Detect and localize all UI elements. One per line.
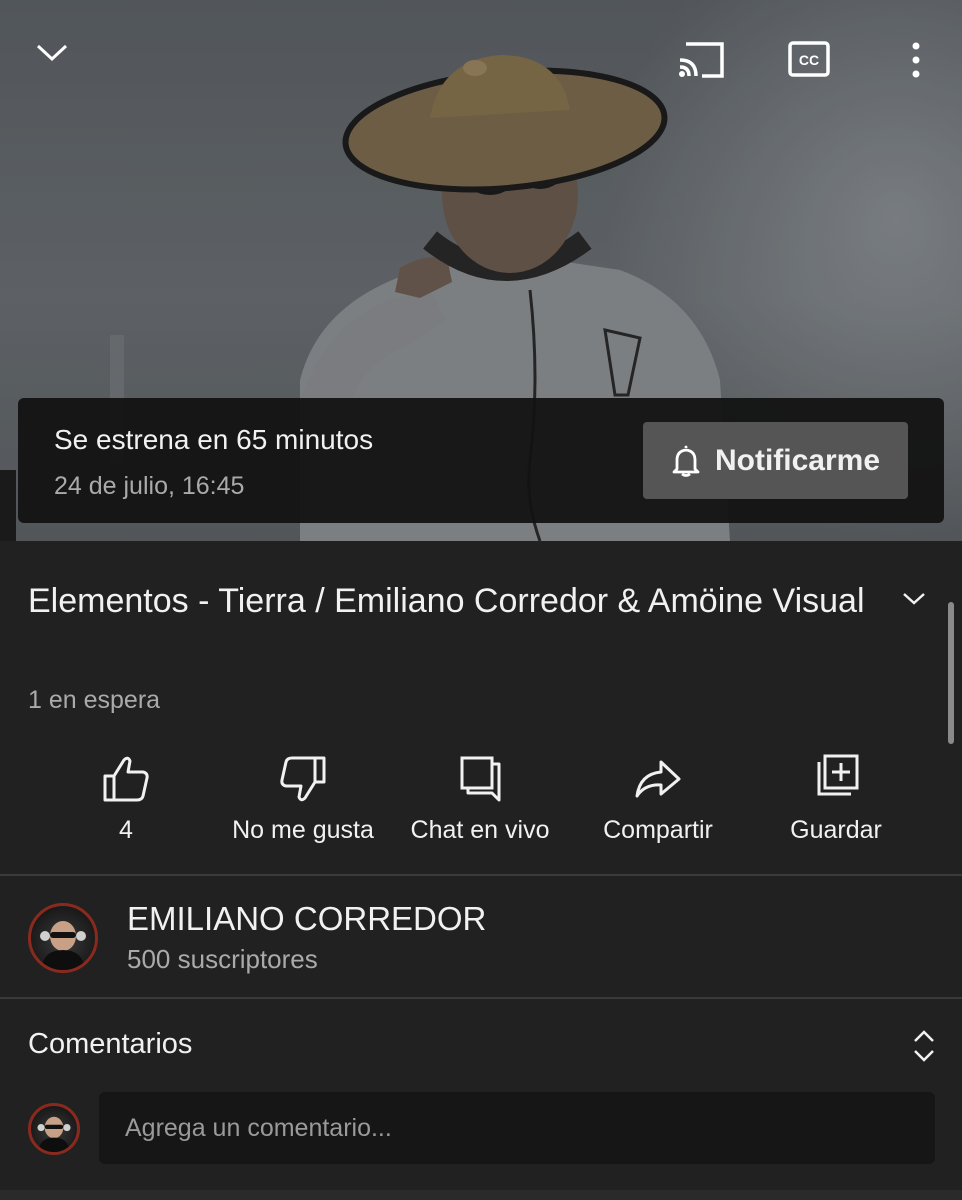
divider [0, 997, 962, 999]
expand-description-icon[interactable] [896, 584, 932, 614]
closed-captions-icon[interactable]: CC [782, 36, 836, 82]
video-player[interactable]: CC Se estrena en 65 minutos 24 de julio,… [0, 0, 962, 541]
bell-icon [672, 445, 700, 477]
more-vert-icon[interactable] [896, 34, 936, 86]
comments-heading[interactable]: Comentarios [28, 1028, 192, 1061]
subscriber-count: 500 suscriptores [127, 944, 318, 974]
premiere-date: 24 de julio, 16:45 [54, 472, 245, 500]
live-chat-label: Chat en vivo [410, 816, 550, 844]
cast-icon[interactable] [670, 34, 732, 86]
premiere-countdown: Se estrena en 65 minutos [54, 424, 374, 455]
like-count: 4 [119, 816, 133, 844]
scrollbar[interactable] [948, 602, 954, 744]
share-icon [635, 760, 681, 798]
chevron-down-icon[interactable] [26, 30, 78, 76]
user-avatar [28, 1103, 80, 1155]
sort-expand-icon[interactable] [906, 1026, 942, 1066]
svg-text:CC: CC [799, 52, 819, 68]
share-label: Compartir [603, 816, 713, 844]
waiting-count: 1 en espera [28, 686, 161, 714]
comment-input[interactable] [99, 1092, 935, 1164]
save-playlist-icon [817, 754, 859, 796]
notify-label: Notificarme [714, 443, 881, 477]
like-button[interactable]: 4 [36, 752, 216, 845]
action-bar: 4 No me gusta Chat en vivo Compartir Gua… [36, 752, 926, 852]
dislike-label: No me gusta [232, 816, 374, 844]
video-title-block[interactable]: Elementos - Tierra / Emiliano Corredor &… [28, 576, 888, 627]
notify-button[interactable]: Notificarme [643, 422, 908, 499]
save-button[interactable]: Guardar [746, 752, 926, 845]
share-button[interactable]: Compartir [568, 752, 748, 845]
channel-avatar[interactable] [28, 903, 98, 973]
dislike-button[interactable]: No me gusta [213, 752, 393, 845]
bottom-edge [0, 1190, 962, 1200]
video-title: Elementos - Tierra / Emiliano Corredor &… [28, 582, 865, 620]
divider [0, 874, 962, 876]
live-chat-button[interactable]: Chat en vivo [390, 752, 570, 845]
premiere-banner: Se estrena en 65 minutos 24 de julio, 16… [18, 398, 944, 523]
channel-name[interactable]: EMILIANO CORREDOR [127, 900, 486, 938]
thumbs-up-icon [103, 756, 149, 802]
live-chat-icon [460, 756, 501, 802]
thumbs-down-icon [280, 756, 326, 802]
save-label: Guardar [790, 816, 882, 844]
